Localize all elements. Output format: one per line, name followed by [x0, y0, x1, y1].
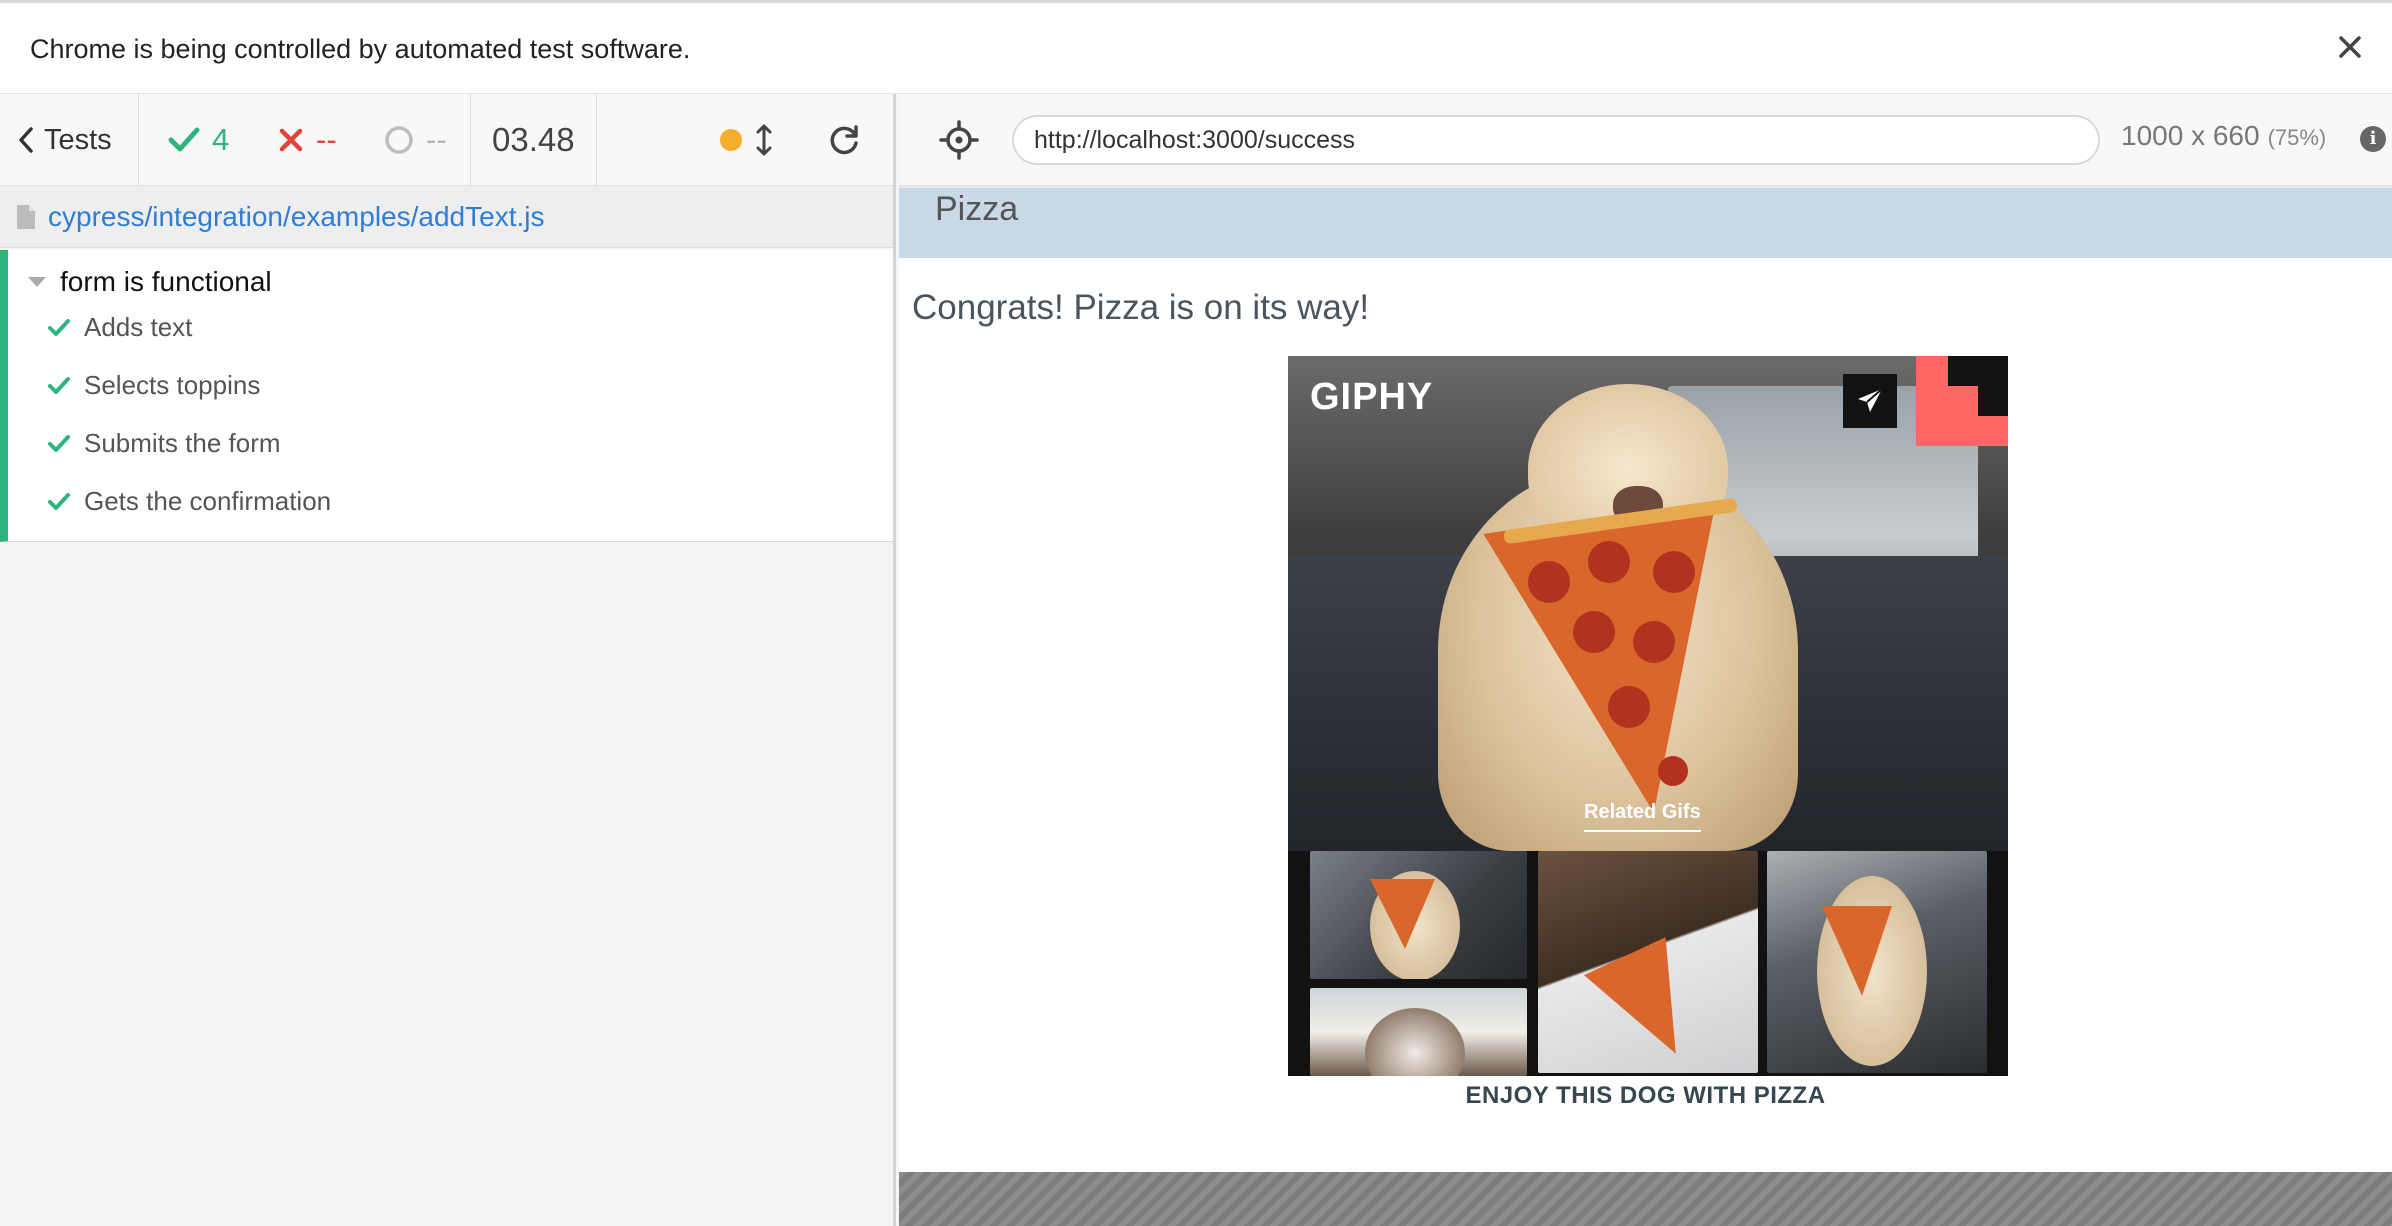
app-under-test-panel: http://localhost:3000/success 1000 x 660… [899, 94, 2392, 1226]
aut-header: http://localhost:3000/success 1000 x 660… [899, 94, 2392, 186]
tests-back-button[interactable]: Tests [18, 94, 112, 186]
divider [138, 94, 139, 186]
chevron-left-icon [19, 127, 33, 153]
pepperoni [1588, 541, 1630, 583]
circle-icon [385, 126, 413, 154]
check-icon [48, 434, 70, 452]
check-icon [168, 127, 200, 152]
infobar-message: Chrome is being controlled by automated … [30, 34, 691, 64]
file-icon [17, 204, 35, 229]
related-gif-thumbnail[interactable] [1767, 851, 1987, 1073]
divider [470, 94, 471, 186]
test-title: Gets the confirmation [84, 486, 332, 516]
pepperoni [1528, 561, 1570, 603]
pending-value: -- [426, 122, 447, 157]
close-icon[interactable] [2332, 29, 2368, 65]
gif-caption: ENJOY THIS DOG WITH PIZZA [1465, 1082, 1826, 1109]
passed-count: 4 [168, 94, 229, 186]
pepperoni [1573, 611, 1615, 653]
pepperoni [1658, 756, 1688, 786]
suite-title[interactable]: form is functional [28, 266, 272, 298]
dog-thumbnail-body [1365, 1008, 1465, 1076]
giphy-corner-fold [1916, 356, 2008, 446]
test-item[interactable]: Adds text [48, 312, 192, 343]
app-brand[interactable]: Pizza [935, 190, 1018, 229]
related-gif-thumbnail[interactable] [1310, 851, 1527, 979]
share-icon[interactable] [1843, 374, 1897, 428]
reload-icon[interactable] [828, 94, 862, 186]
spec-file-link[interactable]: cypress/integration/examples/addText.js [48, 201, 544, 233]
test-item[interactable]: Gets the confirmation [48, 486, 331, 517]
check-icon [48, 318, 70, 336]
running-indicator [720, 94, 742, 186]
test-item[interactable]: Submits the form [48, 428, 281, 459]
reporter-panel: Tests 4 -- -- 03.48 cypress/integration/… [0, 94, 896, 1226]
pepperoni [1633, 621, 1675, 663]
related-gifs-label[interactable]: Related Gifs [1584, 801, 1701, 832]
suite-title-text: form is functional [60, 266, 272, 297]
giphy-gif[interactable] [1288, 356, 2008, 851]
viewport-scale: (75%) [2267, 125, 2327, 150]
viewport-size: 1000 x 660 (75%) [2121, 120, 2326, 152]
pepperoni [1608, 686, 1650, 728]
failed-value: -- [316, 122, 337, 157]
test-title: Selects toppins [84, 370, 261, 400]
check-icon [48, 492, 70, 510]
test-title: Adds text [84, 312, 193, 342]
confirmation-message: Congrats! Pizza is on its way! [912, 288, 1370, 327]
tests-label: Tests [44, 123, 112, 156]
test-title: Submits the form [84, 428, 281, 458]
giphy-logo: GIPHY [1310, 376, 1434, 418]
x-icon [279, 128, 303, 152]
pizza-thumbnail [1583, 937, 1713, 1073]
url-bar[interactable]: http://localhost:3000/success [1012, 115, 2100, 165]
reporter-header: Tests 4 -- -- 03.48 [0, 94, 893, 186]
spec-file-bar: cypress/integration/examples/addText.js [0, 186, 893, 248]
pepperoni [1653, 551, 1695, 593]
automation-infobar: Chrome is being controlled by automated … [0, 0, 2392, 94]
app-navbar: Pizza [899, 188, 2392, 258]
crosshair-icon[interactable] [939, 120, 979, 160]
app-iframe: Pizza Congrats! Pizza is on its way! GIP… [899, 188, 2392, 1172]
viewport-dimensions: 1000 x 660 [2121, 120, 2260, 151]
test-item[interactable]: Selects toppins [48, 370, 260, 401]
divider [596, 94, 597, 186]
test-suite: form is functional Adds text Selects top… [0, 250, 893, 542]
related-gif-thumbnail[interactable] [1538, 851, 1758, 1073]
viewport-overflow-area [899, 1172, 2392, 1226]
check-icon [48, 376, 70, 394]
failed-count: -- [278, 94, 337, 186]
pending-count: -- [384, 94, 447, 186]
duration: 03.48 [492, 121, 575, 158]
passed-value: 4 [212, 122, 230, 157]
pizza-thumbnail [1822, 906, 1892, 996]
info-icon[interactable]: i [2360, 126, 2386, 152]
related-gif-thumbnail[interactable] [1310, 988, 1527, 1076]
caret-down-icon [28, 277, 46, 287]
giphy-embed[interactable]: GIPHY Related Gifs [1288, 356, 2008, 1076]
pizza-thumbnail [1370, 879, 1435, 949]
resize-icon[interactable] [756, 94, 772, 186]
